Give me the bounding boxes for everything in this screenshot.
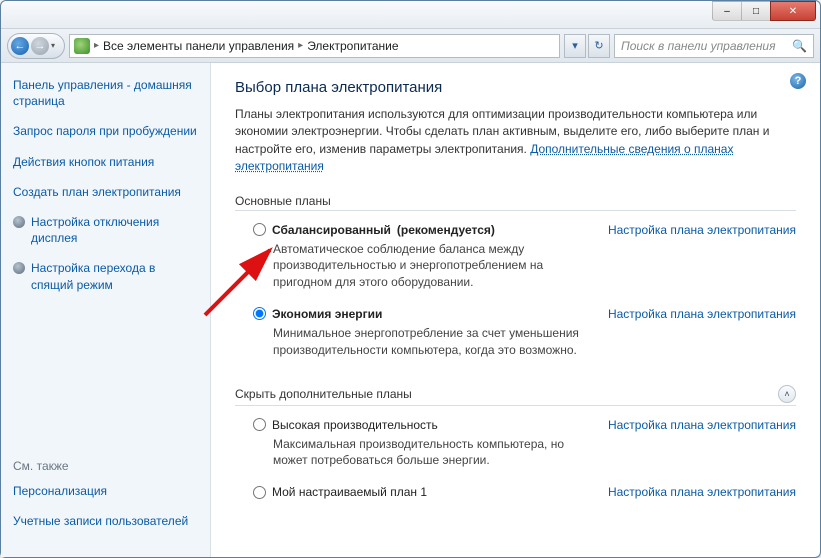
sidebar-item-label: Панель управления - домашняя страница — [13, 78, 192, 108]
address-controls: ▾ ↻ — [564, 34, 610, 58]
plan-balanced: Сбалансированный (рекомендуется) Автомат… — [235, 215, 796, 299]
plan-name: Сбалансированный — [272, 223, 391, 237]
sidebar-item-user-accounts[interactable]: Учетные записи пользователей — [13, 513, 198, 529]
plan-description: Автоматическое соблюдение баланса между … — [273, 241, 596, 291]
page-title: Выбор плана электропитания — [235, 79, 796, 96]
search-input[interactable]: Поиск в панели управления 🔍 — [614, 34, 814, 58]
sidebar-item-label: Запрос пароля при пробуждении — [13, 124, 197, 138]
refresh-icon: ↻ — [594, 39, 603, 52]
plan-high-performance: Высокая производительность Максимальная … — [235, 410, 796, 478]
nav-buttons: ← → ▾ — [7, 33, 65, 59]
forward-button[interactable]: → — [31, 37, 49, 55]
back-button[interactable]: ← — [11, 37, 29, 55]
forward-icon: → — [35, 40, 46, 52]
refresh-button[interactable]: ↻ — [588, 34, 610, 58]
main-panel: ? Выбор плана электропитания Планы элект… — [211, 63, 820, 557]
sleep-icon — [13, 262, 25, 274]
search-placeholder: Поиск в панели управления — [621, 39, 776, 53]
plan-radio-power-saver[interactable] — [253, 307, 266, 320]
plan-radio-high-perf[interactable] — [253, 418, 266, 431]
see-also-heading: См. также — [13, 459, 198, 473]
plan-description: Минимальное энергопотребление за счет ум… — [273, 325, 596, 359]
back-icon: ← — [15, 40, 26, 52]
sidebar-item-buttons[interactable]: Действия кнопок питания — [13, 154, 198, 170]
plan-custom-1: Мой настраиваемый план 1 Настройка плана… — [235, 477, 796, 507]
sidebar-item-create-plan[interactable]: Создать план электропитания — [13, 184, 198, 200]
sidebar-item-password[interactable]: Запрос пароля при пробуждении — [13, 123, 198, 139]
power-options-icon — [74, 38, 90, 54]
breadcrumb-power[interactable]: Электропитание — [307, 39, 398, 53]
plan-name: Мой настраиваемый план 1 — [272, 485, 427, 499]
plan-name: Высокая производительность — [272, 418, 438, 432]
sidebar-item-label: Персонализация — [13, 484, 107, 498]
plan-recommended: (рекомендуется) — [397, 223, 495, 237]
sidebar-item-label: Настройка отключения дисплея — [31, 214, 198, 246]
close-button[interactable]: ✕ — [770, 1, 816, 21]
sidebar-item-sleep[interactable]: Настройка перехода в спящий режим — [13, 260, 198, 292]
plan-name: Экономия энергии — [272, 307, 382, 321]
help-button[interactable]: ? — [790, 73, 806, 89]
breadcrumb-sep: ▸ — [94, 40, 99, 51]
sidebar-item-display-off[interactable]: Настройка отключения дисплея — [13, 214, 198, 246]
sidebar-item-home[interactable]: Панель управления - домашняя страница — [13, 77, 198, 109]
intro-text: Планы электропитания используются для оп… — [235, 106, 795, 176]
minimize-icon: – — [724, 6, 730, 17]
display-icon — [13, 216, 25, 228]
sidebar-item-label: Учетные записи пользователей — [13, 514, 188, 528]
breadcrumb-sep: ▸ — [298, 40, 303, 51]
window: – □ ✕ ← → ▾ ▸ Все элементы панели управл… — [0, 0, 821, 558]
plan-settings-link[interactable]: Настройка плана электропитания — [608, 485, 796, 499]
plan-settings-link[interactable]: Настройка плана электропитания — [608, 418, 796, 470]
close-icon: ✕ — [789, 6, 797, 17]
section-more-plans[interactable]: Скрыть дополнительные планы ˄ — [235, 385, 796, 406]
address-dropdown-button[interactable]: ▾ — [564, 34, 586, 58]
titlebar: – □ ✕ — [1, 1, 820, 29]
plan-radio-custom-1[interactable] — [253, 486, 266, 499]
minimize-button[interactable]: – — [712, 1, 742, 21]
plan-radio-balanced[interactable] — [253, 223, 266, 236]
plan-settings-link[interactable]: Настройка плана электропитания — [608, 307, 796, 359]
breadcrumb[interactable]: ▸ Все элементы панели управления ▸ Элект… — [69, 34, 560, 58]
sidebar-item-label: Действия кнопок питания — [13, 155, 154, 169]
plan-power-saver: Экономия энергии Минимальное энергопотре… — [235, 299, 796, 367]
address-bar: ← → ▾ ▸ Все элементы панели управления ▸… — [1, 29, 820, 63]
section-main-plans: Основные планы — [235, 194, 796, 211]
section-title: Скрыть дополнительные планы — [235, 387, 412, 401]
sidebar: Панель управления - домашняя страница За… — [1, 63, 211, 557]
plan-description: Максимальная производительность компьюте… — [273, 436, 596, 470]
chevron-down-icon: ▾ — [572, 39, 578, 52]
chevron-down-icon: ▾ — [51, 41, 55, 50]
plan-settings-link[interactable]: Настройка плана электропитания — [608, 223, 796, 291]
chevron-up-icon: ˄ — [784, 389, 789, 399]
breadcrumb-all-items[interactable]: Все элементы панели управления — [103, 39, 294, 53]
maximize-button[interactable]: □ — [741, 1, 771, 21]
maximize-icon: □ — [753, 6, 759, 17]
collapse-button[interactable]: ˄ — [778, 385, 796, 403]
nav-history-dropdown[interactable]: ▾ — [51, 41, 61, 50]
window-controls: – □ ✕ — [713, 1, 816, 21]
content: Панель управления - домашняя страница За… — [1, 63, 820, 557]
sidebar-item-label: Настройка перехода в спящий режим — [31, 260, 198, 292]
sidebar-item-label: Создать план электропитания — [13, 185, 181, 199]
search-icon: 🔍 — [792, 39, 807, 53]
sidebar-item-personalization[interactable]: Персонализация — [13, 483, 198, 499]
section-title: Основные планы — [235, 194, 331, 208]
help-icon: ? — [795, 75, 802, 87]
